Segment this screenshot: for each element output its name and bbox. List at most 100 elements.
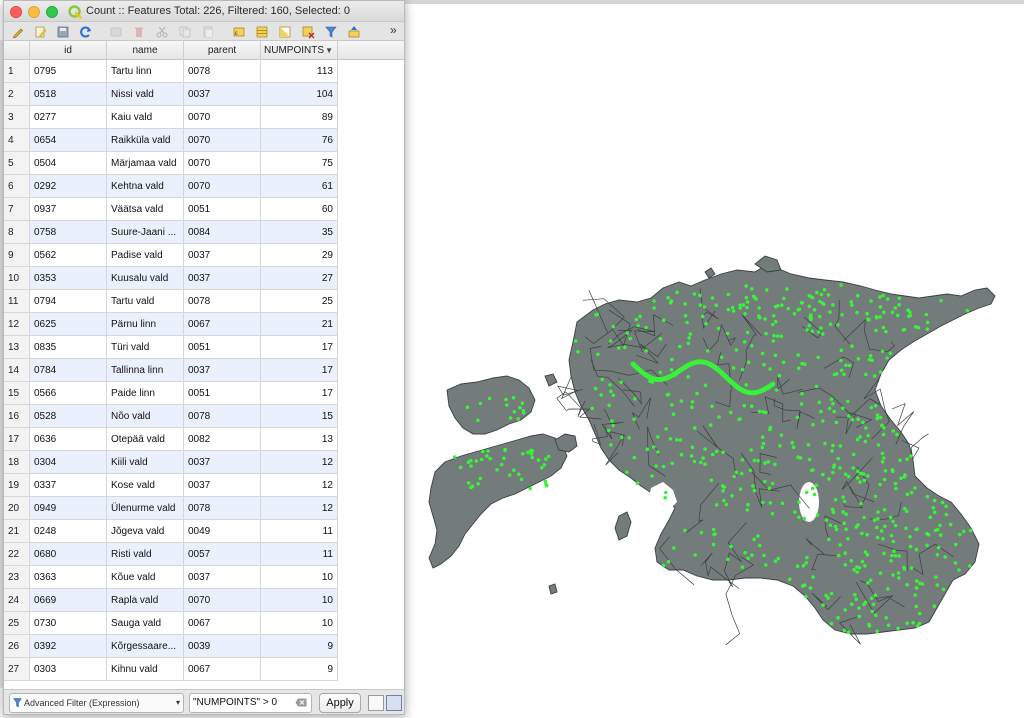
table-row[interactable]: 18 0304 Kiili vald 0037 12	[4, 451, 338, 474]
numpoints-cell[interactable]: 75	[261, 152, 338, 175]
table-row[interactable]: 25 0730 Sauga vald 0067 10	[4, 612, 338, 635]
id-cell[interactable]: 0518	[30, 83, 107, 106]
name-cell[interactable]: Ülenurme vald	[107, 497, 184, 520]
row-number-cell[interactable]: 13	[4, 336, 30, 359]
delete-icon[interactable]	[131, 24, 147, 39]
paste-icon[interactable]	[200, 24, 216, 39]
id-cell[interactable]: 0337	[30, 474, 107, 497]
table-row[interactable]: 6 0292 Kehtna vald 0070 61	[4, 175, 338, 198]
parent-cell[interactable]: 0049	[184, 520, 261, 543]
row-number-cell[interactable]: 14	[4, 359, 30, 382]
numpoints-cell[interactable]: 25	[261, 290, 338, 313]
table-row[interactable]: 8 0758 Suure-Jaani ... 0084 35	[4, 221, 338, 244]
table-row[interactable]: 2 0518 Nissi vald 0037 104	[4, 83, 338, 106]
name-cell[interactable]: Kõue vald	[107, 566, 184, 589]
name-cell[interactable]: Kose vald	[107, 474, 184, 497]
row-number-cell[interactable]: 18	[4, 451, 30, 474]
name-cell[interactable]: Tartu vald	[107, 290, 184, 313]
parent-cell[interactable]: 0051	[184, 382, 261, 405]
multi-edit-icon[interactable]	[33, 24, 49, 39]
table-row[interactable]: 11 0794 Tartu vald 0078 25	[4, 290, 338, 313]
numpoints-cell[interactable]: 12	[261, 474, 338, 497]
name-cell[interactable]: Sauga vald	[107, 612, 184, 635]
table-row[interactable]: 3 0277 Kaiu vald 0070 89	[4, 106, 338, 129]
id-cell[interactable]: 0353	[30, 267, 107, 290]
parent-cell[interactable]: 0082	[184, 428, 261, 451]
table-row[interactable]: 15 0566 Paide linn 0051 17	[4, 382, 338, 405]
clear-icon[interactable]	[295, 698, 307, 707]
select-all-icon[interactable]	[254, 24, 270, 39]
id-cell[interactable]: 0304	[30, 451, 107, 474]
parent-cell[interactable]: 0067	[184, 313, 261, 336]
id-cell[interactable]: 0949	[30, 497, 107, 520]
id-cell[interactable]: 0248	[30, 520, 107, 543]
minimize-window-button[interactable]	[28, 6, 40, 18]
numpoints-cell[interactable]: 9	[261, 635, 338, 658]
row-number-cell[interactable]: 24	[4, 589, 30, 612]
move-to-top-icon[interactable]	[346, 24, 362, 39]
numpoints-cell[interactable]: 76	[261, 129, 338, 152]
table-row[interactable]: 13 0835 Türi vald 0051 17	[4, 336, 338, 359]
row-number-cell[interactable]: 8	[4, 221, 30, 244]
name-cell[interactable]: Risti vald	[107, 543, 184, 566]
numpoints-cell[interactable]: 104	[261, 83, 338, 106]
parent-cell[interactable]: 0051	[184, 336, 261, 359]
deselect-icon[interactable]	[300, 24, 316, 39]
parent-cell[interactable]: 0039	[184, 635, 261, 658]
map-canvas[interactable]	[405, 4, 1024, 718]
name-cell[interactable]: Jõgeva vald	[107, 520, 184, 543]
close-window-button[interactable]	[10, 6, 22, 18]
table-row[interactable]: 22 0680 Risti vald 0057 11	[4, 543, 338, 566]
select-by-expression-icon[interactable]: ε	[231, 24, 247, 39]
parent-cell[interactable]: 0037	[184, 244, 261, 267]
table-row[interactable]: 26 0392 Kõrgessaare... 0039 9	[4, 635, 338, 658]
name-cell[interactable]: Paide linn	[107, 382, 184, 405]
parent-cell[interactable]: 0078	[184, 405, 261, 428]
table-row[interactable]: 16 0528 Nõo vald 0078 15	[4, 405, 338, 428]
id-cell[interactable]: 0784	[30, 359, 107, 382]
toolbar-overflow-button[interactable]: »	[390, 23, 397, 37]
parent-cell[interactable]: 0078	[184, 290, 261, 313]
filter-icon[interactable]	[323, 24, 339, 39]
row-number-cell[interactable]: 22	[4, 543, 30, 566]
table-row[interactable]: 5 0504 Märjamaa vald 0070 75	[4, 152, 338, 175]
row-number-cell[interactable]: 26	[4, 635, 30, 658]
save-icon[interactable]	[55, 24, 71, 39]
id-cell[interactable]: 0625	[30, 313, 107, 336]
numpoints-cell[interactable]: 17	[261, 382, 338, 405]
numpoints-cell[interactable]: 12	[261, 497, 338, 520]
numpoints-cell[interactable]: 60	[261, 198, 338, 221]
id-cell[interactable]: 0794	[30, 290, 107, 313]
parent-cell[interactable]: 0037	[184, 267, 261, 290]
row-number-cell[interactable]: 17	[4, 428, 30, 451]
id-cell[interactable]: 0680	[30, 543, 107, 566]
id-cell[interactable]: 0504	[30, 152, 107, 175]
cut-icon[interactable]	[154, 24, 170, 39]
row-number-cell[interactable]: 16	[4, 405, 30, 428]
table-row[interactable]: 23 0363 Kõue vald 0037 10	[4, 566, 338, 589]
reload-icon[interactable]	[78, 24, 94, 39]
row-number-cell[interactable]: 3	[4, 106, 30, 129]
column-header-numpoints[interactable]: NUMPOINTS ▼	[261, 41, 338, 60]
name-cell[interactable]: Pärnu linn	[107, 313, 184, 336]
name-cell[interactable]: Kaiu vald	[107, 106, 184, 129]
name-cell[interactable]: Väätsa vald	[107, 198, 184, 221]
row-number-cell[interactable]: 23	[4, 566, 30, 589]
title-bar[interactable]: Count :: Features Total: 226, Filtered: …	[4, 1, 404, 22]
name-cell[interactable]: Kõrgessaare...	[107, 635, 184, 658]
numpoints-cell[interactable]: 15	[261, 405, 338, 428]
id-cell[interactable]: 0835	[30, 336, 107, 359]
numpoints-cell[interactable]: 61	[261, 175, 338, 198]
apply-button[interactable]: Apply	[319, 693, 361, 713]
row-number-cell[interactable]: 6	[4, 175, 30, 198]
name-cell[interactable]: Kuusalu vald	[107, 267, 184, 290]
id-cell[interactable]: 0303	[30, 658, 107, 681]
row-number-cell[interactable]: 12	[4, 313, 30, 336]
numpoints-cell[interactable]: 10	[261, 566, 338, 589]
id-cell[interactable]: 0363	[30, 566, 107, 589]
parent-cell[interactable]: 0070	[184, 175, 261, 198]
numpoints-cell[interactable]: 27	[261, 267, 338, 290]
parent-cell[interactable]: 0070	[184, 106, 261, 129]
row-number-cell[interactable]: 21	[4, 520, 30, 543]
parent-cell[interactable]: 0078	[184, 497, 261, 520]
